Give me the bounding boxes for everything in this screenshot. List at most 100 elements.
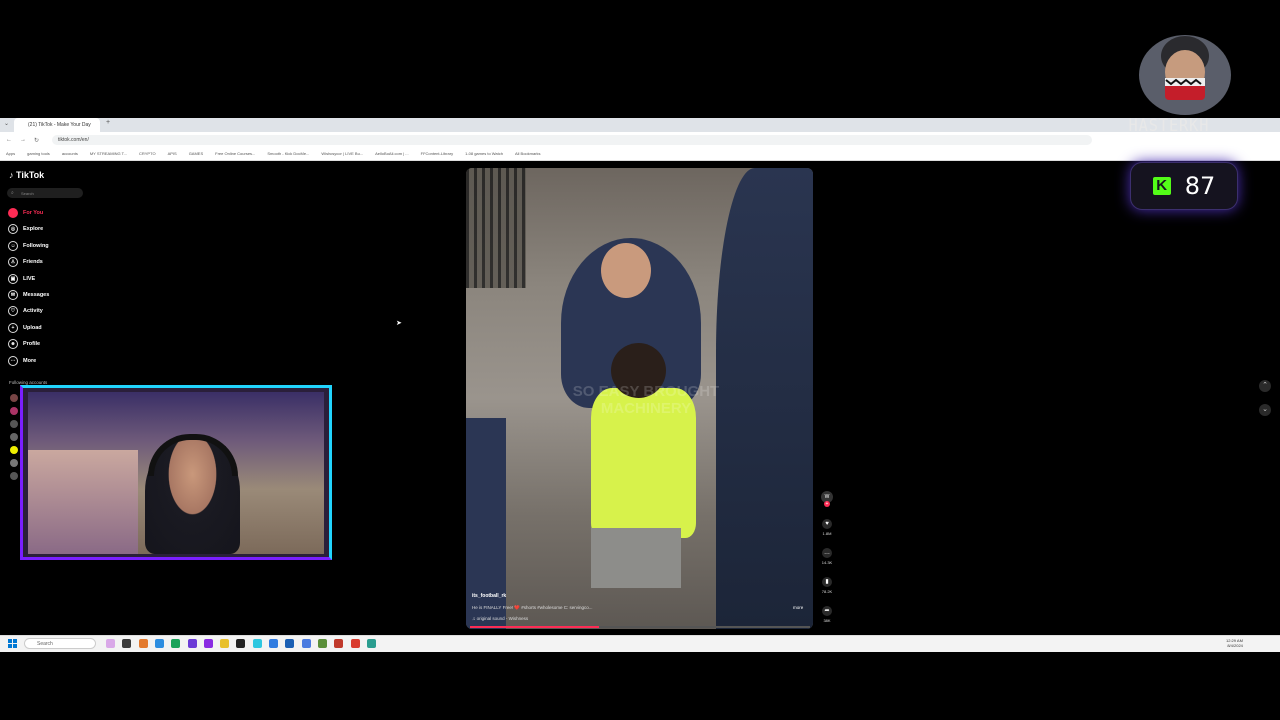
taskbar-app-icon[interactable] [317, 639, 327, 648]
taskbar-app-icon[interactable] [220, 639, 230, 648]
sidebar-item-label: Explore [23, 226, 44, 233]
following-account-avatar[interactable] [10, 446, 18, 454]
search-input[interactable]: Search [7, 188, 83, 198]
bookmark-item[interactable]: accounts [62, 151, 78, 156]
video-child-shorts [591, 528, 681, 588]
video-author[interactable]: its_football_rk [472, 593, 506, 599]
video-progress-bar[interactable] [470, 626, 810, 628]
taskbar-app-icon[interactable] [334, 639, 344, 648]
sidebar-item-label: Activity [23, 308, 43, 315]
share-count: 38K [823, 618, 831, 623]
following-account-avatar[interactable] [10, 459, 18, 467]
comment-icon: … [822, 548, 832, 558]
video-overlay-text: SO EASY BROUGHT MACHINERY [572, 383, 720, 417]
previous-video-button[interactable]: ⌃ [1259, 380, 1271, 392]
taskbar-app-icon[interactable] [236, 639, 246, 648]
following-account-avatar[interactable] [10, 420, 18, 428]
follow-plus-icon[interactable]: + [824, 501, 830, 507]
comment-button[interactable]: … 14.3K [820, 548, 834, 565]
browser-tab-bar [0, 118, 1280, 132]
following-account-avatar[interactable] [10, 407, 18, 415]
following-account-avatar[interactable] [10, 472, 18, 480]
address-bar[interactable]: tiktok.com/en/ [52, 135, 1092, 145]
following-icon: ☺ [8, 240, 18, 251]
taskbar-search[interactable]: Search [24, 638, 96, 649]
bookmark-item[interactable]: gaming tools [27, 151, 50, 156]
kick-viewer-badge: K 87 [1130, 162, 1238, 210]
sidebar-item-label: Messages [23, 292, 50, 298]
bookmark-item[interactable]: Wishcsycor | LIVE Bu... [321, 151, 363, 156]
taskbar-app-icon[interactable] [187, 639, 197, 648]
forward-icon[interactable]: → [20, 137, 26, 143]
bookmarks-bar: Apps gaming tools accounts MY STREAMING T..… [0, 148, 1280, 161]
tiktok-logo[interactable]: ♪ TikTok [9, 170, 44, 180]
video-player[interactable]: SO EASY BROUGHT MACHINERY [466, 168, 813, 629]
bookmark-item[interactable]: GAMES [189, 151, 203, 156]
sidebar-item-live[interactable]: ▣ LIVE [8, 272, 35, 286]
taskbar-app-icon[interactable] [171, 639, 181, 648]
sidebar-item-label: More [23, 357, 37, 364]
heart-icon: ♥ [822, 519, 832, 529]
taskbar-app-icon[interactable] [252, 639, 262, 648]
next-video-button[interactable]: ⌄ [1259, 404, 1271, 416]
browser-tab[interactable]: (21) TikTok - Make Your Day [14, 118, 100, 132]
taskbar-app-icon[interactable] [269, 639, 278, 648]
compass-icon: ◎ [8, 224, 18, 235]
sidebar-item-explore[interactable]: ◎ Explore [8, 222, 43, 236]
sidebar-item-messages[interactable]: ✉ Messages [8, 288, 49, 302]
sidebar-item-following[interactable]: ☺ Following [8, 239, 49, 253]
home-icon: ⌂ [8, 208, 18, 218]
video-sound[interactable]: ♫ original sound - Wishness [472, 616, 528, 621]
save-button[interactable]: ▮ 78.2K [820, 577, 834, 594]
sidebar-item-more[interactable]: ⋯ More [8, 354, 36, 368]
taskbar-app-icon[interactable] [138, 639, 148, 648]
bookmark-item[interactable]: Apps [6, 151, 15, 156]
bookmark-item[interactable]: APIS [168, 151, 177, 156]
taskbar-app-icon[interactable] [106, 639, 115, 648]
sidebar-item-friends[interactable]: ♙ Friends [8, 255, 43, 269]
video-railing-bg [466, 168, 526, 288]
video-description: He is FINALLY Free! ❤️ #shorts #wholesom… [472, 605, 593, 610]
friends-icon: ♙ [8, 257, 18, 268]
live-icon: ▣ [8, 273, 18, 284]
save-count: 78.2K [821, 589, 833, 594]
bookmark-item[interactable]: AelloBoAli.com | ... [375, 151, 409, 156]
tiktok-logo-icon: ♪ [9, 170, 14, 180]
bookmark-item[interactable]: CRYPTO [139, 151, 156, 156]
following-account-avatar[interactable] [10, 433, 18, 441]
new-tab-icon[interactable]: + [106, 119, 110, 126]
taskbar-app-icon[interactable] [301, 639, 311, 648]
tab-menu-icon[interactable]: ⌄ [4, 120, 9, 127]
taskbar-app-icon[interactable] [122, 639, 132, 648]
like-count: 1.8M [822, 531, 832, 536]
reload-icon[interactable]: ↻ [34, 137, 39, 144]
following-account-avatar[interactable] [10, 394, 18, 402]
sidebar-item-for-you[interactable]: ⌂ For You [8, 206, 43, 220]
upload-icon: + [8, 322, 18, 333]
windows-start-icon[interactable] [8, 639, 17, 648]
back-icon[interactable]: ← [6, 137, 12, 143]
taskbar-app-icon[interactable] [285, 639, 295, 648]
share-button[interactable]: ➦ 38K [820, 606, 834, 623]
video-more-link[interactable]: more [793, 605, 803, 610]
kick-viewer-count: 87 [1184, 172, 1216, 200]
bookmark-item[interactable]: 1-08 games to Watch [465, 151, 503, 156]
bookmark-item[interactable]: FFContent-Library [421, 151, 453, 156]
sidebar-item-upload[interactable]: + Upload [8, 321, 42, 335]
search-icon: ⌕ [11, 190, 14, 196]
taskbar-app-icon[interactable] [366, 639, 376, 648]
video-progress-fill [470, 626, 600, 628]
like-button[interactable]: ♥ 1.8M [820, 519, 834, 536]
bookmark-item[interactable]: All Bookmarks [515, 151, 541, 156]
taskbar-app-icon[interactable] [154, 639, 164, 648]
taskbar-clock[interactable]: 12:29 AM 8/4/2024 [1226, 638, 1243, 648]
sidebar-item-profile[interactable]: ☻ Profile [8, 337, 40, 351]
comment-count: 14.3K [821, 560, 833, 565]
bookmark-item[interactable]: Smooth - Kick DocMe... [267, 151, 309, 156]
bookmark-item[interactable]: MY STREAMING T... [90, 151, 127, 156]
bookmark-item[interactable]: Free Online Courses... [215, 151, 255, 156]
taskbar-app-icon[interactable] [203, 639, 213, 648]
taskbar-app-icon[interactable] [350, 639, 360, 648]
share-icon: ➦ [822, 606, 832, 616]
sidebar-item-activity[interactable]: ♡ Activity [8, 304, 43, 318]
